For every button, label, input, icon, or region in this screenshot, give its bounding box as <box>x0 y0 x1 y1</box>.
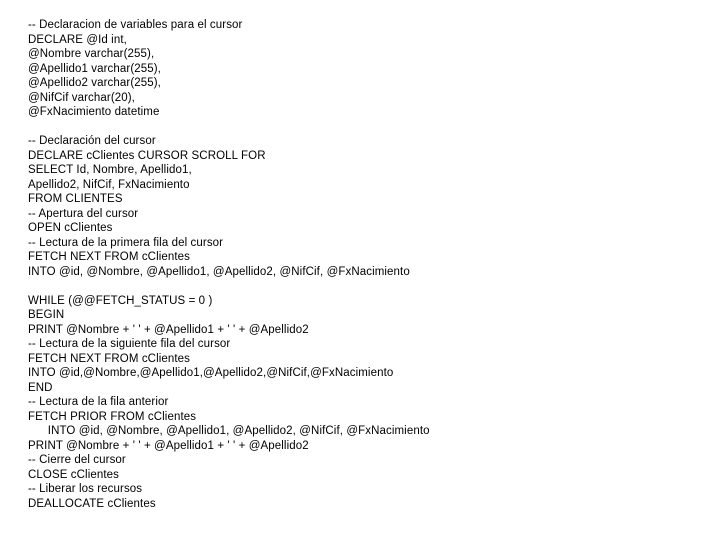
sql-code-block: -- Declaracion de variables para el curs… <box>0 0 720 511</box>
